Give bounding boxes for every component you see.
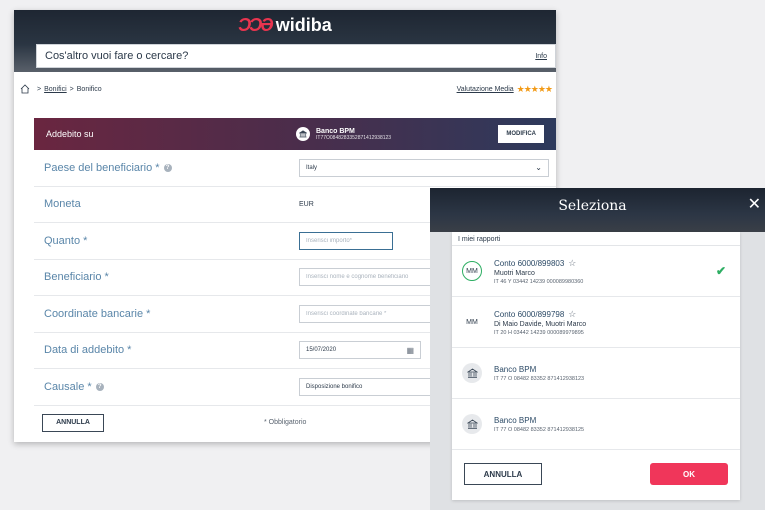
moneta-value: EUR <box>299 200 314 208</box>
select-account-modal: Seleziona ✕ I miei rapporti MM Conto 600… <box>430 188 765 510</box>
beneficiario-label: Beneficiario * <box>44 271 109 284</box>
bank-icon <box>462 363 482 383</box>
cancel-button[interactable]: ANNULLA <box>42 413 104 432</box>
debit-bank: Banco BPM IT77O0848283352871412938123 <box>316 128 391 141</box>
star-icon[interactable]: ☆ <box>568 258 576 269</box>
amount-input[interactable] <box>299 231 393 250</box>
paese-label-text: Paese del beneficiario * <box>44 161 160 174</box>
required-note: * Obbligatorio <box>264 419 307 426</box>
ok-button[interactable]: OK <box>650 463 728 485</box>
breadcrumb-bonifico: Bonifico <box>76 85 102 93</box>
rating[interactable]: Valutazione Media ★★★★★ <box>457 83 553 95</box>
bank-icon <box>462 414 482 434</box>
help-icon[interactable]: ? <box>163 163 172 172</box>
account-info: Conto 6000/899803 ☆ Muotri Marco IT 46 Y … <box>494 258 583 285</box>
app-header: ƆƆƏ widiba Info <box>14 10 556 72</box>
account-iban: IT 46 Y 03442 14239 000089980360 <box>494 278 584 285</box>
modal-header: Seleziona ✕ <box>430 188 765 232</box>
account-iban: IT 77 O 08482 83352 871412938123 <box>494 375 585 382</box>
account-avatar: MM <box>466 318 478 326</box>
debit-account-bar: Addebito su Banco BPM IT77O0848283352871… <box>34 118 556 150</box>
calendar-icon[interactable]: ▦ <box>406 346 414 355</box>
search-bar: Info <box>36 44 556 68</box>
modal-body: I miei rapporti MM Conto 6000/899803 ☆ Mu… <box>430 232 765 510</box>
brand-name: widiba <box>275 15 332 35</box>
causale-label: Causale *? <box>44 381 299 393</box>
account-owner: Muotri Marco <box>494 269 535 277</box>
account-avatar: MM <box>462 261 482 281</box>
breadcrumb-bonifici[interactable]: Bonifici <box>44 86 67 93</box>
bank-icon <box>296 127 310 141</box>
star-icon[interactable]: ☆ <box>568 309 576 320</box>
help-icon[interactable]: ? <box>95 382 104 391</box>
account-title: Conto 6000/899798 <box>494 309 565 319</box>
paese-select[interactable]: Italy ⌄ <box>299 158 549 177</box>
account-info: Conto 6000/899798 ☆ Di Maio Davide, Muotr… <box>494 309 586 336</box>
coordinate-label: Coordinate bancarie * <box>44 307 151 320</box>
chevron-down-icon: ⌄ <box>535 163 542 173</box>
checkmark-icon: ✔ <box>715 264 726 278</box>
debit-bank-name: Banco BPM <box>316 127 355 135</box>
account-item[interactable]: MM Conto 6000/899798 ☆ Di Maio Davide, Mu… <box>452 297 740 348</box>
paese-value: Italy <box>306 164 318 171</box>
account-title: Banco BPM <box>494 364 537 374</box>
section-label: I miei rapporti <box>452 232 740 246</box>
debit-bank-iban: IT77O0848283352871412938123 <box>316 134 392 141</box>
account-item[interactable]: Banco BPM IT 77 O 08482 83352 8714129381… <box>452 399 740 450</box>
quanto-label: Quanto * <box>44 234 88 247</box>
date-value: 15/07/2020 <box>306 347 337 354</box>
close-icon[interactable]: ✕ <box>748 194 761 214</box>
breadcrumb-separator: > <box>37 85 42 93</box>
account-title: Banco BPM <box>494 415 537 425</box>
rating-stars-icon: ★★★★★ <box>516 83 553 94</box>
account-item[interactable]: Banco BPM IT 77 O 08482 83352 8714129381… <box>452 348 740 399</box>
causale-value: Disposizione bonifico <box>306 383 363 390</box>
account-owner: Di Maio Davide, Muotri Marco <box>494 320 587 328</box>
date-input[interactable]: 15/07/2020 ▦ <box>299 341 421 360</box>
paese-label: Paese del beneficiario *? <box>44 162 299 174</box>
rating-label[interactable]: Valutazione Media <box>457 86 514 93</box>
widiba-logo-icon: ƆƆƏ <box>238 15 273 35</box>
causale-label-text: Causale * <box>44 380 92 393</box>
account-info: Banco BPM IT 77 O 08482 83352 8714129381… <box>494 416 584 433</box>
data-label: Data di addebito * <box>44 344 132 357</box>
field-paese: Paese del beneficiario *? Italy ⌄ <box>34 150 556 187</box>
modal-title: Seleziona <box>558 198 627 214</box>
brand[interactable]: ƆƆƏ widiba <box>14 15 556 36</box>
breadcrumb-separator: > <box>69 85 74 93</box>
account-iban: IT 20 H 03442 14239 000089979895 <box>494 329 584 336</box>
account-title: Conto 6000/899803 <box>494 258 565 268</box>
account-item[interactable]: MM Conto 6000/899803 ☆ Muotri Marco IT 46… <box>452 246 740 297</box>
modify-button[interactable]: MODIFICA <box>498 125 544 143</box>
breadcrumb: > Bonifici > Bonifico Valutazione Media … <box>14 82 556 96</box>
search-input[interactable] <box>45 50 536 62</box>
moneta-label: Moneta <box>44 198 81 211</box>
debit-label: Addebito su <box>46 129 94 139</box>
modal-cancel-button[interactable]: ANNULLA <box>464 463 542 485</box>
accounts-panel: I miei rapporti MM Conto 6000/899803 ☆ Mu… <box>452 232 740 500</box>
info-link[interactable]: Info <box>535 53 547 60</box>
modal-footer: ANNULLA OK <box>452 454 740 494</box>
account-info: Banco BPM IT 77 O 08482 83352 8714129381… <box>494 365 584 382</box>
account-iban: IT 77 O 08482 83352 871412938125 <box>494 426 585 433</box>
home-icon[interactable] <box>20 84 30 94</box>
